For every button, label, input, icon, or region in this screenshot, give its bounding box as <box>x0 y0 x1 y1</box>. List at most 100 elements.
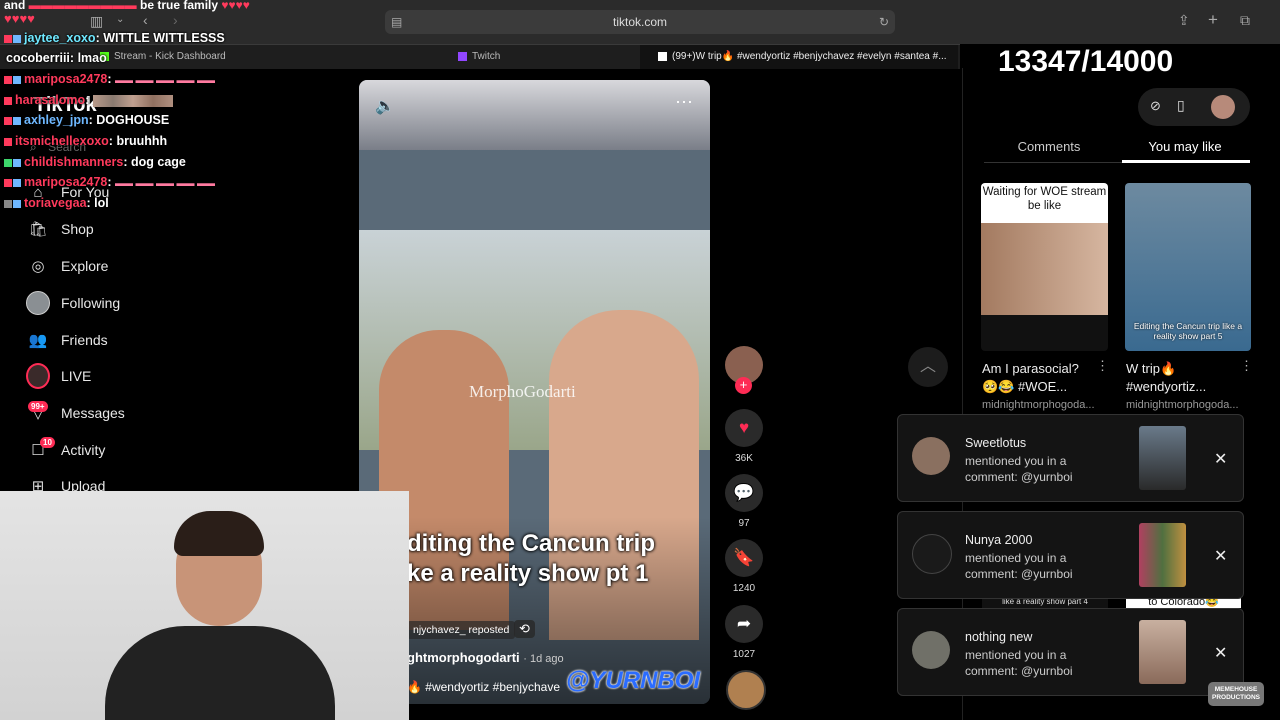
chat-message: mariposa2478: ▬▬ ▬▬ ▬▬ ▬▬ ▬▬ <box>4 175 215 189</box>
sidebar-item-live[interactable]: LIVE <box>26 361 91 391</box>
video-player[interactable]: 🔈 ⋯ MorphoGodarti diting the Cancun trip… <box>359 80 710 704</box>
notification-thumbnail <box>1139 523 1186 587</box>
chat-message: jaytee_xoxo: WITTLE WITTLESSS <box>4 31 225 45</box>
chat-message: axhley_jpn: DOGHOUSE <box>4 113 169 127</box>
address-bar[interactable]: ▤ tiktok.com ↻ <box>385 10 895 34</box>
chat-message: itsmichellexoxo: bruuhhh <box>4 134 167 148</box>
compass-icon[interactable]: ⊘ <box>1150 98 1161 114</box>
share-count: 1027 <box>732 649 756 660</box>
comment-icon: 💬 <box>725 474 763 512</box>
comment-button[interactable]: 💬 97 <box>724 474 764 529</box>
compass-icon: ◎ <box>31 258 45 275</box>
sidebar-item-label: Shop <box>61 221 94 237</box>
close-icon[interactable]: ✕ <box>1214 643 1227 663</box>
video-card-title[interactable]: Am I parasocial? 🥺😂 #WOE... <box>982 360 1092 396</box>
notification-name: Sweetlotus <box>965 436 1027 450</box>
save-button[interactable]: 🔖 1240 <box>724 539 764 594</box>
thumbnail-text: Editing the Cancun trip like a reality s… <box>1133 321 1243 341</box>
tab-kick[interactable]: Stream - Kick Dashboard <box>100 45 320 69</box>
profile-avatar[interactable] <box>1211 95 1235 119</box>
music-disc-icon[interactable] <box>726 670 766 710</box>
tab-comments[interactable]: Comments <box>984 139 1114 154</box>
sidebar-item-label: Following <box>61 295 121 311</box>
chat-message: cocoberriii: lmao <box>6 51 107 65</box>
share-arrow-icon: ➦ <box>725 605 763 643</box>
video-card-title[interactable]: W trip🔥 #wendyortiz... <box>1126 360 1236 396</box>
chat-message: toriavegaa: lol <box>4 196 109 210</box>
avatar <box>912 631 950 669</box>
activity-badge: 10 <box>40 437 55 448</box>
share-icon[interactable]: ⇪ <box>1178 12 1190 29</box>
following-avatar-icon <box>26 291 50 315</box>
reload-icon[interactable]: ↻ <box>879 10 889 34</box>
more-options-icon[interactable]: ⋯ <box>675 92 693 113</box>
comment-count: 97 <box>738 518 750 529</box>
video-card-thumbnail[interactable]: Editing the Cancun trip like a reality s… <box>1125 183 1251 351</box>
notification-name: nothing new <box>965 630 1033 644</box>
live-avatar-icon <box>26 363 50 389</box>
notification-toast[interactable]: Nunya 2000 mentioned you in a comment: @… <box>897 511 1244 599</box>
creator-avatar[interactable]: + <box>724 346 764 394</box>
chevron-down-icon[interactable]: ⌄ <box>116 14 124 25</box>
video-caption-line1: diting the Cancun trip <box>407 530 655 557</box>
sidebar-item-label: Friends <box>61 332 108 348</box>
new-tab-icon[interactable]: + <box>1208 10 1218 30</box>
repost-label: njychavez_ reposted <box>407 621 516 639</box>
video-hashtags[interactable]: 🔥 #wendyortiz #benjychave <box>407 680 560 694</box>
friends-icon: 👥 <box>28 332 48 349</box>
video-card-thumbnail[interactable]: Waiting for WOE stream be like <box>981 183 1108 351</box>
sidebar-item-explore[interactable]: ◎ Explore <box>26 251 108 281</box>
share-button[interactable]: ➦ 1027 <box>724 605 764 660</box>
memehouse-logo: MEMEHOUSE PRODUCTIONS <box>1208 682 1264 706</box>
video-author[interactable]: ghtmorphogodarti · 1d ago <box>407 650 564 665</box>
tab-you-may-like[interactable]: You may like <box>1120 139 1250 154</box>
webcam-feed <box>0 491 409 720</box>
back-icon[interactable]: ‹ <box>143 12 148 28</box>
notification-name: Nunya 2000 <box>965 533 1033 547</box>
chat-message: harasalomo: <box>4 93 173 107</box>
sidebar-item-activity[interactable]: ☐ Activity <box>26 435 105 465</box>
like-button[interactable]: ♥ 36K <box>724 409 764 464</box>
notification-toast[interactable]: nothing new mentioned you in a comment: … <box>897 608 1244 696</box>
volume-icon[interactable]: 🔈 <box>375 96 395 116</box>
tab-overview-icon[interactable]: ⧉ <box>1240 12 1250 29</box>
hearts-emotes: ♥♥♥♥ <box>4 11 35 26</box>
like-count: 36K <box>735 453 753 464</box>
chat-message: mariposa2478: ▬▬ ▬▬ ▬▬ ▬▬ ▬▬ <box>4 72 215 86</box>
forward-icon[interactable]: › <box>173 12 178 28</box>
sidebar-toggle-icon[interactable]: ▥ <box>90 13 103 30</box>
avatar <box>912 534 952 574</box>
tab-label: Stream - Kick Dashboard <box>114 51 226 62</box>
streamer-handle: @YURNBOI <box>566 667 701 694</box>
twitch-icon <box>458 51 467 61</box>
video-caption-line2: ke a reality show pt 1 <box>407 560 649 587</box>
tab-twitch[interactable]: Twitch <box>458 45 628 69</box>
notification-thumbnail <box>1139 620 1186 684</box>
more-vertical-icon[interactable]: ⋮ <box>1240 358 1253 374</box>
sidebar-item-shop[interactable]: 🛍 Shop <box>26 214 94 244</box>
video-card-author[interactable]: midnightmorphogoda... <box>1126 399 1239 411</box>
follow-plus-icon[interactable]: + <box>735 377 752 394</box>
chevron-up-icon: ︿ <box>919 358 936 375</box>
sidebar-item-friends[interactable]: 👥 Friends <box>26 325 108 355</box>
device-icon[interactable]: ▯ <box>1177 97 1185 114</box>
tab-tiktok[interactable]: (99+)W trip🔥 #wendyortiz #benjychavez #e… <box>640 45 958 69</box>
previous-video-button[interactable]: ︿ <box>908 347 948 387</box>
repost-icon[interactable]: ⟲ <box>514 620 535 638</box>
goal-counter: 13347/14000 <box>998 45 1174 78</box>
close-icon[interactable]: ✕ <box>1214 546 1227 566</box>
tiktok-icon <box>658 51 667 61</box>
page-settings-icon[interactable]: ▤ <box>391 10 402 34</box>
video-card-author[interactable]: midnightmorphogoda... <box>982 399 1095 411</box>
watermark-text: MorphoGodarti <box>469 382 576 401</box>
sidebar-item-label: Activity <box>61 442 106 458</box>
notification-thumbnail <box>1139 426 1186 490</box>
sidebar-item-following[interactable]: Following <box>26 288 120 318</box>
close-icon[interactable]: ✕ <box>1214 449 1227 469</box>
notification-toast[interactable]: Sweetlotus mentioned you in a comment: @… <box>897 414 1244 502</box>
chat-message: childishmanners: dog cage <box>4 155 186 169</box>
sidebar-item-label: Messages <box>61 405 125 421</box>
thumbnail-text: Waiting for WOE stream be like <box>981 183 1108 223</box>
more-vertical-icon[interactable]: ⋮ <box>1096 358 1109 374</box>
notification-text: mentioned you in a comment: @yurnboi <box>965 648 1073 678</box>
